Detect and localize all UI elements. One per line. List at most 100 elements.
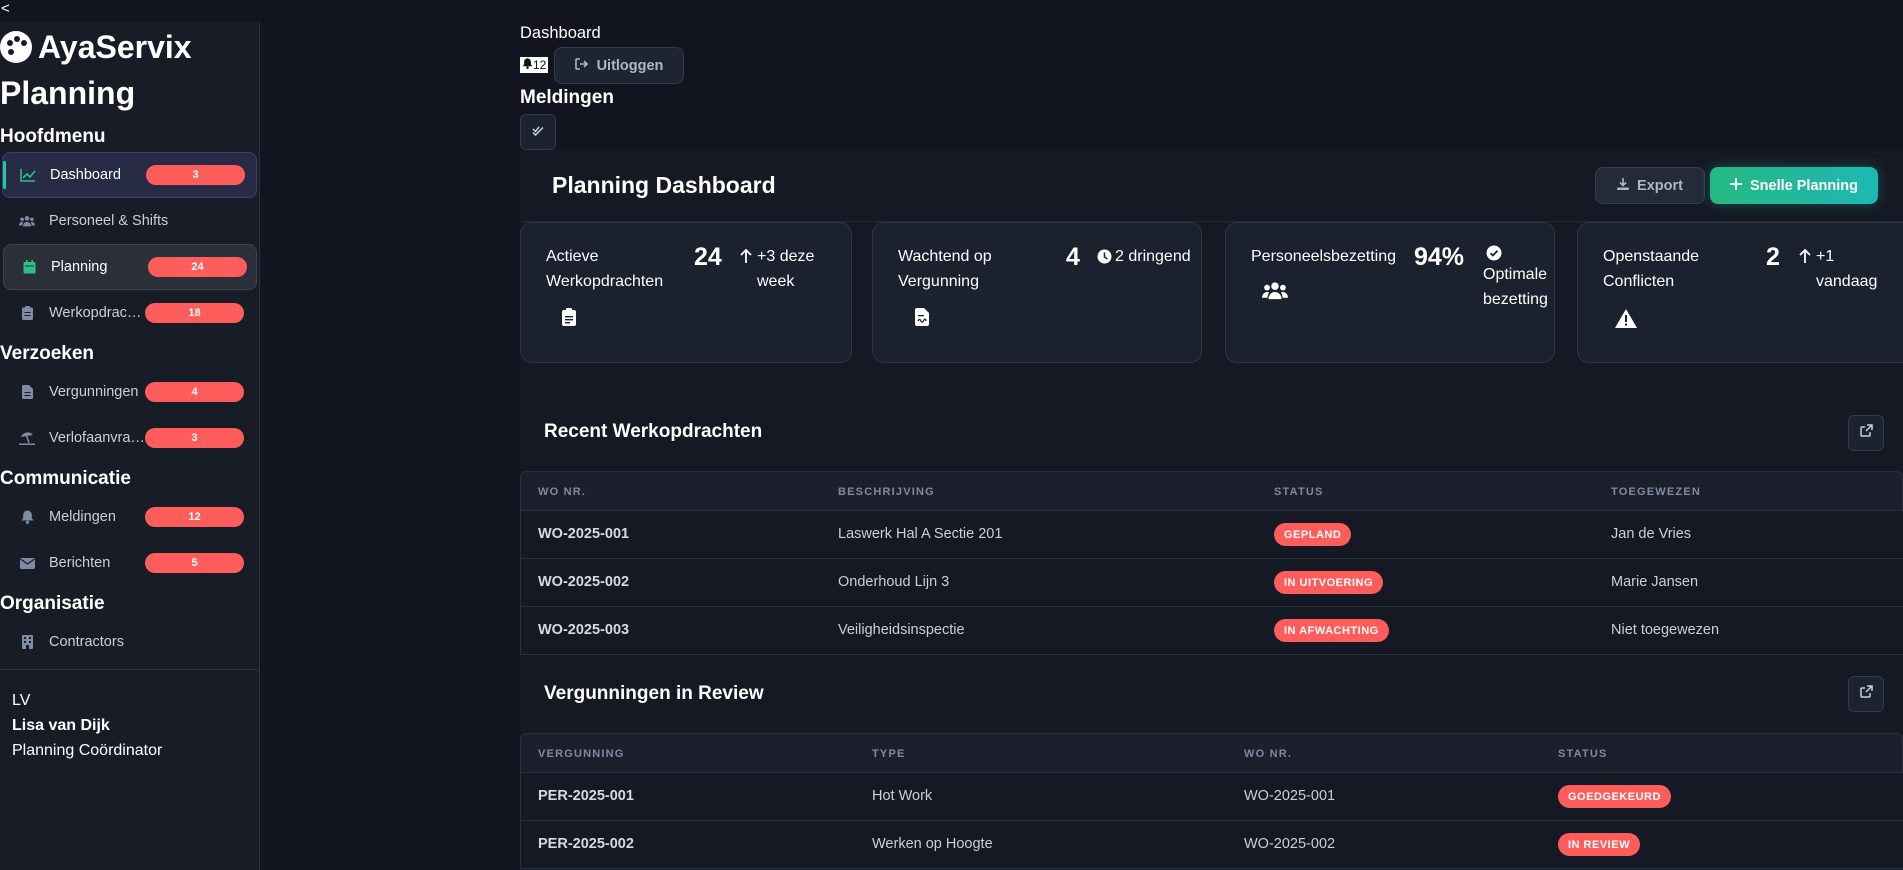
count-badge: 4	[145, 382, 244, 402]
stat-value: 24	[694, 243, 722, 271]
status-badge: IN UITVOERING	[1274, 571, 1384, 594]
check-circle-icon	[1486, 245, 1502, 261]
stat-value: 4	[1066, 243, 1080, 271]
user-name: Lisa van Dijk	[12, 717, 110, 734]
table-row[interactable]: WO-2025-003 Veiligheidsinspectie IN AFWA…	[520, 607, 1903, 655]
wo-description: Laswerk Hal A Sectie 201	[838, 526, 1003, 542]
sidebar-item-vergunningen[interactable]: Vergunningen 4	[2, 369, 257, 415]
wo-description: Veiligheidsinspectie	[838, 622, 965, 638]
brand-name: AyaServix	[38, 28, 192, 65]
count-badge: 18	[145, 303, 244, 323]
column-header: TOEGEWEZEN	[1611, 486, 1702, 498]
stat-card-active-workorders: Actieve Werkopdrachten 24 +3 deze week	[520, 222, 852, 363]
permit-type: Hot Work	[872, 788, 933, 804]
open-work-orders-button[interactable]	[1848, 415, 1884, 451]
sidebar-item-label: Werkopdrachten	[49, 305, 146, 321]
count-badge: 5	[145, 553, 244, 573]
envelope-icon	[19, 555, 35, 571]
wo-number: WO-2025-002	[538, 574, 630, 590]
permit-wo-number: WO-2025-002	[1244, 836, 1336, 852]
user-profile[interactable]: LV Lisa van Dijk Planning Coördinator	[0, 670, 259, 763]
bell-icon	[19, 509, 35, 525]
sidebar-item-label: Contractors	[49, 634, 124, 650]
stat-trend-text: 2 dringend	[1115, 248, 1191, 265]
open-permits-button[interactable]	[1848, 676, 1884, 712]
sidebar-item-contractors[interactable]: Contractors	[2, 619, 257, 665]
clock-icon	[1097, 249, 1112, 264]
table-header: WO NR. BESCHRIJVING STATUS TOEGEWEZEN	[520, 471, 1903, 511]
quick-plan-button[interactable]: Snelle Planning	[1710, 167, 1878, 204]
sidebar-page-title: Planning	[0, 75, 136, 111]
brand[interactable]: AyaServix	[0, 22, 259, 72]
permits-title: Vergunningen in Review	[544, 683, 764, 704]
sidebar-item-personeel[interactable]: Personeel & Shifts	[2, 198, 257, 244]
export-button[interactable]: Export	[1595, 167, 1705, 204]
count-badge: 3	[145, 428, 244, 448]
sidebar-item-berichten[interactable]: Berichten 5	[2, 540, 257, 586]
bell-icon	[522, 58, 533, 72]
stat-label: Wachtend op Vergunning	[898, 248, 992, 290]
work-orders-table: WO NR. BESCHRIJVING STATUS TOEGEWEZEN WO…	[520, 471, 1903, 655]
notification-bell[interactable]: 12	[520, 57, 549, 73]
column-header: WO NR.	[538, 486, 587, 498]
wo-number: WO-2025-003	[538, 622, 630, 638]
back-link[interactable]: <	[1, 0, 10, 17]
export-label: Export	[1637, 177, 1683, 194]
logout-label: Uitloggen	[596, 57, 664, 74]
status-badge: GEPLAND	[1274, 523, 1352, 546]
stat-label: Personeelsbezetting	[1251, 248, 1396, 265]
wo-assignee: Niet toegewezen	[1611, 622, 1720, 638]
count-badge: 3	[146, 165, 245, 185]
table-row[interactable]: WO-2025-002 Onderhoud Lijn 3 IN UITVOERI…	[520, 559, 1903, 607]
section-verzoeken: Verzoeken	[0, 343, 94, 364]
sidebar-item-planning[interactable]: Planning 24	[3, 244, 257, 290]
sidebar-item-dashboard[interactable]: Dashboard 3	[2, 152, 257, 198]
avatar-initials: LV	[12, 692, 31, 709]
sidebar-item-verlofaanvragen[interactable]: Verlofaanvragen 3	[2, 415, 257, 461]
permit-type: Werken op Hoogte	[872, 836, 993, 852]
table-row[interactable]: WO-2025-001 Laswerk Hal A Sectie 201 GEP…	[520, 511, 1903, 559]
count-badge: 24	[148, 257, 247, 277]
palette-icon	[0, 31, 32, 63]
stat-label: Actieve Werkopdrachten	[546, 248, 664, 290]
download-icon	[1617, 177, 1630, 194]
permit-number: PER-2025-002	[538, 836, 634, 852]
table-row[interactable]: PER-2025-001 Hot Work WO-2025-001 GOEDGE…	[520, 773, 1903, 821]
table-row[interactable]: PER-2025-002 Werken op Hoogte WO-2025-00…	[520, 821, 1903, 869]
quick-plan-label: Snelle Planning	[1750, 177, 1858, 194]
section-organisatie: Organisatie	[0, 593, 105, 614]
main-header: Planning Dashboard Export Snelle Plannin…	[520, 150, 1903, 222]
building-icon	[19, 634, 35, 650]
column-header: BESCHRIJVING	[838, 486, 935, 498]
column-header: WO NR.	[1244, 748, 1293, 760]
users-icon	[19, 213, 35, 229]
wo-number: WO-2025-001	[538, 526, 630, 542]
file-contract-icon	[915, 308, 929, 331]
status-badge: IN AFWACHTING	[1274, 619, 1389, 642]
sidebar-item-werkopdrachten[interactable]: Werkopdrachten 18	[2, 290, 257, 336]
external-link-icon	[1859, 685, 1873, 703]
logout-button[interactable]: Uitloggen	[554, 47, 684, 84]
sidebar: AyaServix Planning Hoofdmenu Dashboard 3…	[0, 22, 260, 870]
plus-icon	[1730, 177, 1743, 194]
arrow-up-icon	[1799, 249, 1811, 263]
sidebar-item-label: Vergunningen	[49, 384, 139, 400]
section-hoofdmenu: Hoofdmenu	[0, 126, 106, 147]
count-badge: 12	[145, 507, 244, 527]
stat-trend: 2 dringend	[1097, 245, 1192, 270]
mark-all-read-button[interactable]	[520, 114, 556, 150]
stat-trend: +1 vandaag	[1799, 245, 1894, 294]
stat-card-waiting-permit: Wachtend op Vergunning 4 2 dringend	[872, 222, 1202, 363]
status-badge: IN REVIEW	[1558, 833, 1640, 856]
wo-assignee: Jan de Vries	[1611, 526, 1692, 542]
sidebar-item-label: Meldingen	[49, 509, 116, 525]
clipboard-list-icon	[562, 308, 576, 331]
calendar-icon	[21, 259, 37, 275]
permit-number: PER-2025-001	[538, 788, 634, 804]
stat-value: 2	[1766, 243, 1780, 271]
file-icon	[19, 384, 35, 400]
sidebar-item-meldingen[interactable]: Meldingen 12	[2, 494, 257, 540]
stat-card-conflicts: Openstaande Conflicten 2 +1 vandaag	[1577, 222, 1903, 363]
clipboard-icon	[19, 305, 35, 321]
stat-trend: +3 deze week	[740, 245, 835, 294]
